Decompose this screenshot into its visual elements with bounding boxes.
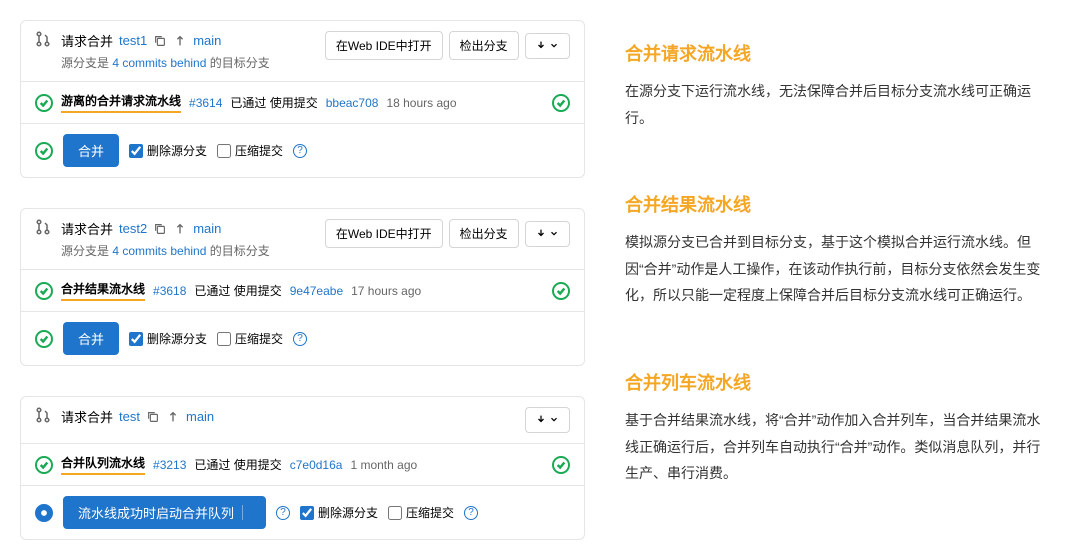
pipeline-section: 游离的合并请求流水线 #3614 已通过 使用提交 bbeac708 18 hours …: [21, 82, 584, 124]
action-section: 合并删除源分支压缩提交?: [21, 312, 584, 365]
into-icon: [166, 410, 180, 424]
help-icon[interactable]: ?: [464, 506, 478, 520]
auto-merge-button[interactable]: 流水线成功时启动合并队列: [63, 496, 266, 529]
description-text: 在源分支下运行流水线，无法保障合并后目标分支流水线可正确运行。: [625, 78, 1045, 131]
commit-link[interactable]: 9e47eabe: [290, 284, 343, 298]
description-block: 合并列车流水线基于合并结果流水线，将“合并”动作加入合并列车，当合并结果流水线正…: [625, 369, 1045, 487]
description-block: 合并结果流水线模拟源分支已合并到目标分支，基于这个模拟合并运行流水线。但因“合并…: [625, 191, 1045, 309]
delete-source-checkbox[interactable]: 删除源分支: [129, 142, 207, 159]
checkout-button[interactable]: 检出分支: [449, 31, 519, 60]
squash-checkbox[interactable]: 压缩提交: [388, 504, 454, 521]
pipeline-time: 1 month ago: [350, 458, 417, 472]
action-section: 合并删除源分支压缩提交?: [21, 124, 584, 177]
pipeline-name: 合并结果流水线: [61, 280, 145, 301]
behind-link[interactable]: 4 commits behind: [112, 244, 206, 258]
description-title: 合并请求流水线: [625, 40, 1045, 66]
target-branch-link[interactable]: main: [193, 33, 221, 48]
success-icon: [35, 94, 53, 112]
mr-card: 请求合并 test2 main 源分支是 4 commits behind 的目标分支…: [20, 208, 585, 366]
copy-icon[interactable]: [153, 34, 167, 48]
behind-link[interactable]: 4 commits behind: [112, 56, 206, 70]
description-block: 合并请求流水线在源分支下运行流水线，无法保障合并后目标分支流水线可正确运行。: [625, 40, 1045, 131]
into-icon: [173, 34, 187, 48]
help-icon[interactable]: ?: [293, 332, 307, 346]
delete-source-checkbox[interactable]: 删除源分支: [129, 330, 207, 347]
description-text: 模拟源分支已合并到目标分支，基于这个模拟合并运行流水线。但因“合并”动作是人工操…: [625, 229, 1045, 309]
delete-source-checkbox[interactable]: 删除源分支: [300, 504, 378, 521]
source-branch-link[interactable]: test2: [119, 221, 147, 236]
target-branch-link[interactable]: main: [193, 221, 221, 236]
mr-card: 请求合并 test1 main 源分支是 4 commits behind 的目标分支…: [20, 20, 585, 178]
squash-checkbox[interactable]: 压缩提交: [217, 142, 283, 159]
passed-text: 已通过 使用提交: [194, 282, 281, 299]
commit-link[interactable]: c7e0d16a: [290, 458, 343, 472]
copy-icon[interactable]: [146, 410, 160, 424]
checkout-button[interactable]: 检出分支: [449, 219, 519, 248]
passed-text: 已通过 使用提交: [194, 456, 281, 473]
merge-button[interactable]: 合并: [63, 134, 119, 167]
success-icon: [35, 142, 53, 160]
mr-title: 请求合并: [61, 219, 113, 238]
success-icon: [35, 282, 53, 300]
merge-button[interactable]: 合并: [63, 322, 119, 355]
mr-card: 请求合并 test main 合并队列流水线 #3213 已通过 使用提交 c7e0d16…: [20, 396, 585, 540]
download-button[interactable]: [525, 221, 570, 247]
status-success-icon[interactable]: [552, 282, 570, 300]
pipeline-id-link[interactable]: #3614: [189, 96, 222, 110]
card-header: 请求合并 test1 main 源分支是 4 commits behind 的目标分支…: [21, 21, 584, 82]
behind-text: 源分支是 4 commits behind 的目标分支: [61, 54, 270, 71]
behind-text: 源分支是 4 commits behind 的目标分支: [61, 242, 270, 259]
open-ide-button[interactable]: 在Web IDE中打开: [325, 219, 443, 248]
success-icon: [35, 456, 53, 474]
into-icon: [173, 222, 187, 236]
download-button[interactable]: [525, 407, 570, 433]
status-success-icon[interactable]: [552, 94, 570, 112]
merge-request-icon: [35, 31, 51, 47]
source-branch-link[interactable]: test1: [119, 33, 147, 48]
pipeline-name: 游离的合并请求流水线: [61, 92, 181, 113]
merge-request-icon: [35, 407, 51, 423]
target-branch-link[interactable]: main: [186, 409, 214, 424]
card-header: 请求合并 test2 main 源分支是 4 commits behind 的目标分支…: [21, 209, 584, 270]
help-icon[interactable]: ?: [293, 144, 307, 158]
squash-checkbox[interactable]: 压缩提交: [217, 330, 283, 347]
description-title: 合并列车流水线: [625, 369, 1045, 395]
pipeline-time: 18 hours ago: [386, 96, 456, 110]
commit-link[interactable]: bbeac708: [326, 96, 379, 110]
description-title: 合并结果流水线: [625, 191, 1045, 217]
description-text: 基于合并结果流水线，将“合并”动作加入合并列车，当合并结果流水线正确运行后，合并…: [625, 407, 1045, 487]
mr-title: 请求合并: [61, 31, 113, 50]
status-success-icon[interactable]: [552, 456, 570, 474]
action-section: 流水线成功时启动合并队列? 删除源分支压缩提交?: [21, 486, 584, 539]
download-button[interactable]: [525, 33, 570, 59]
pipeline-time: 17 hours ago: [351, 284, 421, 298]
source-branch-link[interactable]: test: [119, 409, 140, 424]
mr-title: 请求合并: [61, 407, 113, 426]
open-ide-button[interactable]: 在Web IDE中打开: [325, 31, 443, 60]
pipeline-id-link[interactable]: #3213: [153, 458, 186, 472]
copy-icon[interactable]: [153, 222, 167, 236]
help-icon[interactable]: ?: [276, 506, 290, 520]
success-icon: [35, 330, 53, 348]
card-header: 请求合并 test main: [21, 397, 584, 444]
pipeline-id-link[interactable]: #3618: [153, 284, 186, 298]
clock-icon: [35, 504, 53, 522]
passed-text: 已通过 使用提交: [230, 94, 317, 111]
merge-request-icon: [35, 219, 51, 235]
pipeline-section: 合并结果流水线 #3618 已通过 使用提交 9e47eabe 17 hours ago: [21, 270, 584, 312]
pipeline-name: 合并队列流水线: [61, 454, 145, 475]
pipeline-section: 合并队列流水线 #3213 已通过 使用提交 c7e0d16a 1 month ago: [21, 444, 584, 486]
